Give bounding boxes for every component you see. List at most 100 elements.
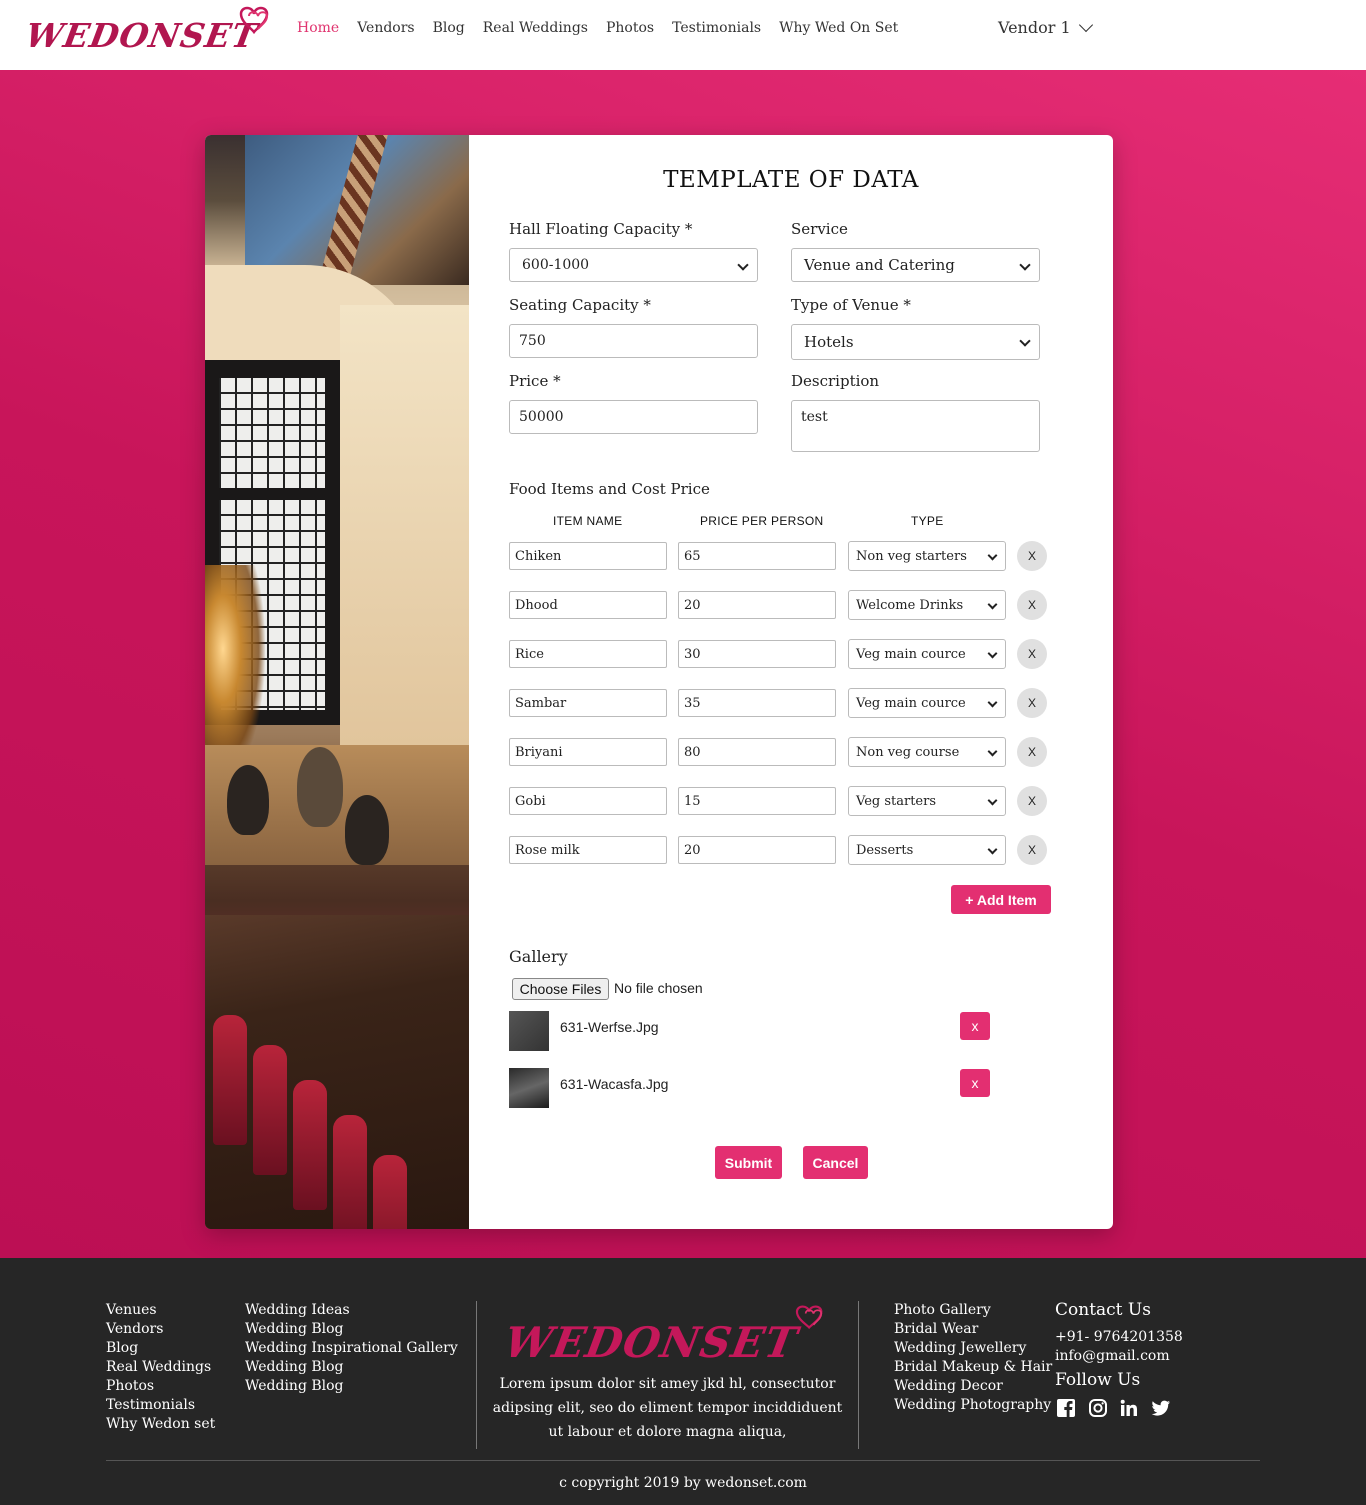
venue-type-select[interactable]: Hotels [791,324,1040,360]
nav-why-wed-on-set[interactable]: Why Wed On Set [779,20,898,36]
footer-link[interactable]: Blog [106,1339,215,1358]
venue-type-label: Type of Venue * [791,296,911,314]
food-item-name-input[interactable]: Dhood [509,591,667,619]
food-item-type-select[interactable]: Non veg starters [848,541,1006,571]
nav-blog[interactable]: Blog [433,20,465,36]
site-logo[interactable]: WEDONSET [22,4,276,58]
facebook-icon[interactable] [1056,1398,1076,1418]
twitter-icon[interactable] [1151,1398,1171,1418]
remove-food-item-button[interactable]: X [1017,737,1047,767]
photo-chandelier [205,565,265,775]
footer-link[interactable]: Wedding Blog [245,1358,458,1377]
remove-image-button[interactable]: x [960,1012,990,1040]
vendor-form: TEMPLATE OF DATA Hall Floating Capacity … [469,135,1113,1229]
food-item-type-select[interactable]: Desserts [848,835,1006,865]
food-item-type: Veg main cource [856,646,966,662]
nav-home[interactable]: Home [297,20,339,36]
choose-files-button[interactable]: Choose Files [512,978,609,1000]
seating-capacity-label: Seating Capacity * [509,296,651,314]
footer-link[interactable]: Bridal Wear [894,1320,1052,1339]
service-select[interactable]: Venue and Catering [791,248,1040,282]
footer-links-main: Venues Vendors Blog Real Weddings Photos… [106,1301,215,1434]
food-item-price-input[interactable]: 35 [678,689,836,717]
footer-link[interactable]: Wedding Inspirational Gallery [245,1339,458,1358]
remove-food-item-button[interactable]: X [1017,688,1047,718]
food-item-type-select[interactable]: Non veg course [848,737,1006,767]
food-item-price-input[interactable]: 20 [678,836,836,864]
remove-image-button[interactable]: x [960,1069,990,1097]
submit-button[interactable]: Submit [715,1146,782,1179]
food-item-price: 65 [684,548,701,564]
footer-link[interactable]: Wedding Jewellery [894,1339,1052,1358]
food-item-price-input[interactable]: 30 [678,640,836,668]
remove-food-item-button[interactable]: X [1017,786,1047,816]
footer-link[interactable]: Wedding Decor [894,1377,1052,1396]
food-item-type-select[interactable]: Veg main cource [848,639,1006,669]
instagram-icon[interactable] [1088,1398,1108,1418]
footer-link[interactable]: Wedding Photography [894,1396,1052,1415]
food-item-name-input[interactable]: Chiken [509,542,667,570]
user-menu-label: Vendor 1 [998,18,1071,37]
hall-capacity-select[interactable]: 600-1000 [509,248,758,282]
footer-link[interactable]: Photos [106,1377,215,1396]
main-nav: Home Vendors Blog Real Weddings Photos T… [297,20,916,36]
nav-testimonials[interactable]: Testimonials [672,20,761,36]
price-input[interactable]: 50000 [509,400,758,434]
seating-capacity-input[interactable]: 750 [509,324,758,358]
hall-capacity-value: 600-1000 [522,257,590,273]
footer-link[interactable]: Vendors [106,1320,215,1339]
food-item-price: 35 [684,695,701,711]
site-footer: Venues Vendors Blog Real Weddings Photos… [0,1258,1366,1505]
footer-links-ideas: Wedding Ideas Wedding Blog Wedding Inspi… [245,1301,458,1396]
food-item-type-select[interactable]: Veg main cource [848,688,1006,718]
food-item-price-input[interactable]: 65 [678,542,836,570]
food-item-type-select[interactable]: Welcome Drinks [848,590,1006,620]
nav-photos[interactable]: Photos [606,20,654,36]
logo-text: WEDONSET [22,16,261,55]
hall-capacity-label: Hall Floating Capacity * [509,220,693,238]
food-item-name-input[interactable]: Gobi [509,787,667,815]
food-item-type: Non veg starters [856,548,967,564]
footer-link[interactable]: Wedding Blog [245,1377,458,1396]
nav-vendors[interactable]: Vendors [357,20,414,36]
user-menu[interactable]: Vendor 1 [998,17,1093,37]
food-item-price-input[interactable]: 15 [678,787,836,815]
food-item-name-input[interactable]: Briyani [509,738,667,766]
footer-link[interactable]: Why Wedon set [106,1415,215,1434]
cancel-button[interactable]: Cancel [803,1146,868,1179]
footer-link[interactable]: Testimonials [106,1396,215,1415]
food-item-type: Non veg course [856,744,960,760]
contact-email[interactable]: info@gmail.com [1055,1348,1170,1364]
footer-link[interactable]: Wedding Ideas [245,1301,458,1320]
food-item-price-input[interactable]: 20 [678,591,836,619]
remove-food-item-button[interactable]: X [1017,541,1047,571]
venue-photo [205,135,469,1229]
service-value: Venue and Catering [804,256,955,274]
footer-link[interactable]: Photo Gallery [894,1301,1052,1320]
food-items-title: Food Items and Cost Price [509,480,710,498]
food-item-name-input[interactable]: Rose milk [509,836,667,864]
contact-title: Contact Us [1055,1300,1151,1320]
food-item-name-input[interactable]: Rice [509,640,667,668]
site-header: WEDONSET Home Vendors Blog Real Weddings… [0,0,1366,70]
footer-link[interactable]: Bridal Makeup & Hair [894,1358,1052,1377]
remove-food-item-button[interactable]: X [1017,835,1047,865]
food-item-type: Veg main cource [856,695,966,711]
food-item-type-select[interactable]: Veg starters [848,786,1006,816]
remove-food-item-button[interactable]: X [1017,590,1047,620]
remove-food-item-button[interactable]: X [1017,639,1047,669]
file-status: No file chosen [614,980,703,996]
food-item-price-input[interactable]: 80 [678,738,836,766]
linkedin-icon[interactable] [1119,1398,1139,1418]
heart-icon [239,6,269,35]
food-item-name-input[interactable]: Sambar [509,689,667,717]
footer-link[interactable]: Real Weddings [106,1358,215,1377]
add-item-button[interactable]: + Add Item [951,885,1051,914]
description-textarea[interactable]: test [791,400,1040,452]
footer-link[interactable]: Venues [106,1301,215,1320]
footer-link[interactable]: Wedding Blog [245,1320,458,1339]
food-item-name: Gobi [515,793,546,809]
contact-phone[interactable]: +91- 9764201358 [1055,1329,1183,1345]
nav-real-weddings[interactable]: Real Weddings [483,20,588,36]
footer-links-services: Photo Gallery Bridal Wear Wedding Jewell… [894,1301,1052,1415]
